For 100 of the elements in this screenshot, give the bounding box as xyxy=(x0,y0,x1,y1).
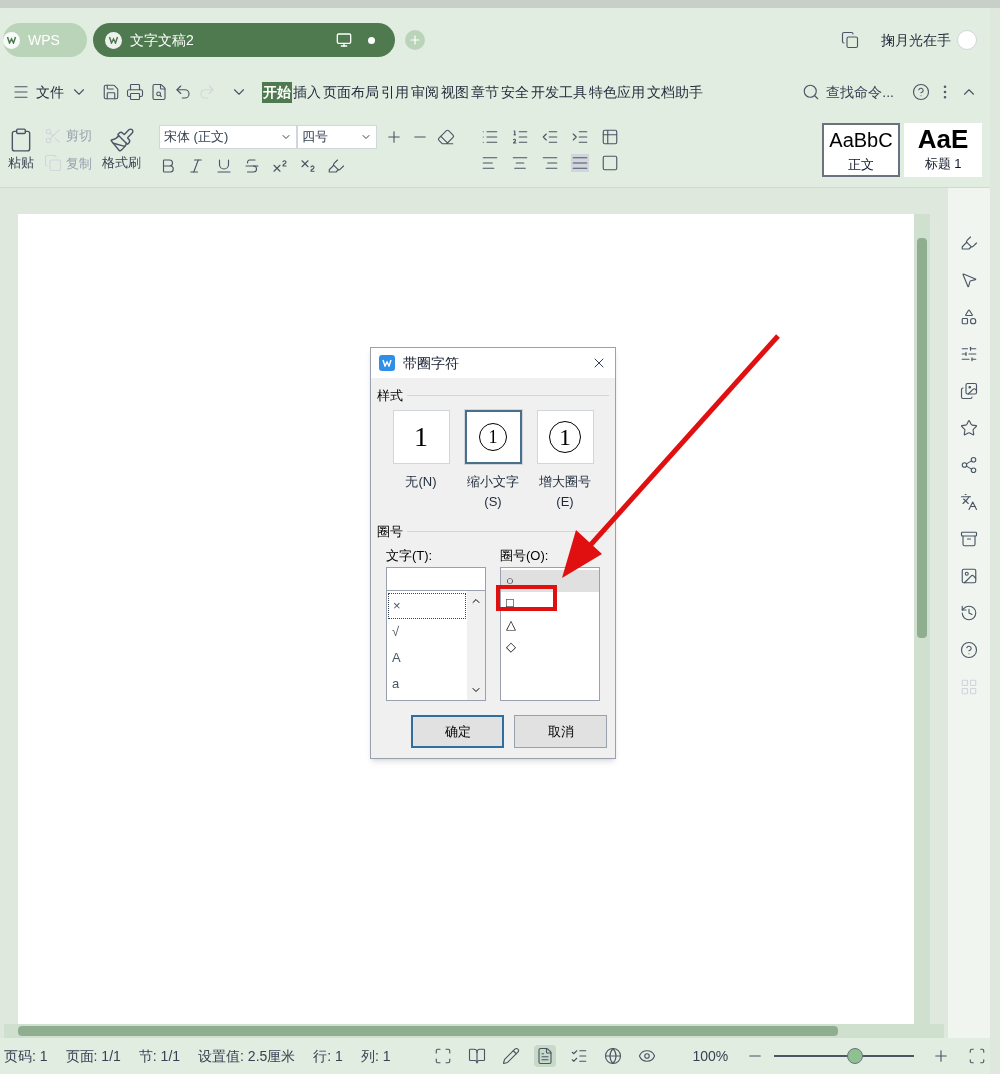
help-icon[interactable] xyxy=(960,641,978,659)
horizontal-scrollbar[interactable] xyxy=(4,1024,944,1038)
sliders-icon[interactable] xyxy=(960,345,978,363)
strikethrough-icon[interactable] xyxy=(243,156,261,175)
share-icon[interactable] xyxy=(960,456,978,474)
save-icon[interactable] xyxy=(102,83,120,101)
status-text: 节: 1/1 xyxy=(138,1046,181,1066)
preview-icon[interactable] xyxy=(150,83,168,101)
ribbon-tab[interactable]: 文档助手 xyxy=(646,81,704,103)
history-icon[interactable] xyxy=(960,604,978,622)
status-text: 页码: 1 xyxy=(4,1046,48,1066)
style-label: 增大圈号 (E) xyxy=(538,472,592,511)
list-item[interactable]: △ xyxy=(501,614,599,636)
dialog-title: 带圈字符 xyxy=(403,353,460,373)
field-label: 文字(T): xyxy=(386,547,434,565)
brush-icon[interactable] xyxy=(108,126,135,153)
table-icon[interactable] xyxy=(601,127,619,146)
images-icon[interactable] xyxy=(960,382,978,400)
translate-icon[interactable] xyxy=(960,493,978,511)
list-item[interactable]: × xyxy=(388,593,466,619)
paste-button[interactable]: 粘贴 xyxy=(8,152,34,173)
ribbon-tab[interactable]: 插入 xyxy=(292,81,322,103)
eraser-icon[interactable] xyxy=(437,127,455,146)
book-icon xyxy=(468,1047,487,1065)
italic-icon[interactable] xyxy=(187,156,205,175)
pointer-icon[interactable] xyxy=(960,271,978,289)
border-icon[interactable] xyxy=(601,153,619,172)
style-name: 正文 xyxy=(848,155,874,174)
expand-icon xyxy=(434,1047,453,1065)
zoom-slider[interactable] xyxy=(774,1048,914,1064)
status-text: 列: 1 xyxy=(360,1046,391,1066)
ribbon-tab[interactable]: 特色应用 xyxy=(588,81,646,103)
status-text: 行: 1 xyxy=(313,1046,343,1066)
style-label: 无(N) xyxy=(404,472,438,491)
windows-icon[interactable] xyxy=(841,31,859,49)
style-option[interactable]: 1 xyxy=(392,409,450,464)
menu-icon[interactable] xyxy=(12,83,30,101)
print-icon[interactable] xyxy=(126,83,144,101)
shapes-icon[interactable] xyxy=(960,308,978,326)
status-text: 页面: 1/1 xyxy=(65,1046,121,1066)
globe-icon xyxy=(604,1047,623,1065)
underline-icon[interactable] xyxy=(215,156,233,175)
format-painter-button[interactable]: 格式刷 xyxy=(102,152,141,173)
ribbon-tab[interactable]: 安全 xyxy=(500,81,530,103)
archive-icon[interactable] xyxy=(960,530,978,548)
slider-thumb[interactable] xyxy=(847,1048,864,1064)
ribbon-tab[interactable]: 引用 xyxy=(380,81,410,103)
image-icon[interactable] xyxy=(960,567,978,585)
style-preview: AaBbC xyxy=(829,127,893,153)
ribbon-tab[interactable]: 审阅 xyxy=(410,81,440,103)
section-title: 圈号 xyxy=(377,522,403,541)
app-tab[interactable]: 文字文稿2 xyxy=(93,23,395,57)
style-gallery-item[interactable]: AaE 标题 1 xyxy=(904,122,982,177)
ribbon-tab[interactable]: 视图 xyxy=(440,81,470,103)
pen-icon[interactable] xyxy=(960,234,978,252)
style-name: 标题 1 xyxy=(924,154,962,173)
scrollbar[interactable] xyxy=(467,591,485,700)
zoom-level[interactable]: 100% xyxy=(692,1045,729,1067)
page-icon xyxy=(536,1047,555,1065)
help-icon[interactable] xyxy=(912,83,930,101)
file-menu[interactable]: 文件 xyxy=(36,81,64,103)
section-title: 样式 xyxy=(377,387,403,405)
ribbon-tab[interactable]: 页面布局 xyxy=(322,81,380,103)
list-item[interactable]: a xyxy=(388,671,466,697)
app-logo-icon xyxy=(379,355,395,371)
view-mode-button[interactable] xyxy=(534,1045,557,1067)
style-option[interactable]: 1 xyxy=(536,409,594,464)
text-input-field[interactable] xyxy=(386,567,486,591)
pencil-icon xyxy=(502,1047,521,1065)
search-icon[interactable] xyxy=(802,83,821,101)
style-label: 缩小文字 (S) xyxy=(466,472,520,511)
dialog-button[interactable]: 确定 xyxy=(411,715,504,748)
ribbon-tab[interactable]: 开发工具 xyxy=(530,81,588,103)
fit-icon[interactable] xyxy=(968,1047,986,1065)
undo-icon[interactable] xyxy=(174,83,192,101)
wps-logo-icon xyxy=(105,31,122,49)
list-item[interactable]: A xyxy=(388,645,466,671)
numbered-list-icon[interactable] xyxy=(511,127,529,146)
font-select[interactable]: 宋体 (正文) xyxy=(159,124,297,149)
ribbon-tab[interactable]: 章节 xyxy=(470,81,500,103)
dialog-button[interactable]: 取消 xyxy=(514,715,607,748)
wps-logo-icon xyxy=(3,31,20,49)
highlight-icon[interactable] xyxy=(327,156,345,175)
eye-icon xyxy=(638,1047,657,1065)
list-item[interactable]: ◇ xyxy=(501,636,599,658)
highlight-frame-overlay xyxy=(496,585,557,611)
command-search[interactable]: 查找命令... xyxy=(826,81,894,103)
style-option[interactable]: 1 xyxy=(464,409,522,464)
status-text: 设置值: 2.5厘米 xyxy=(198,1046,296,1066)
user-name[interactable]: 掬月光在手 xyxy=(881,29,951,51)
star-icon[interactable] xyxy=(960,419,978,437)
ribbon-tab[interactable]: 开始 xyxy=(262,81,292,103)
style-preview: AaE xyxy=(917,123,969,154)
justify-icon[interactable] xyxy=(571,153,589,172)
style-gallery-item[interactable]: AaBbC 正文 xyxy=(822,122,900,177)
digit-preview: 1 xyxy=(414,422,428,451)
list-item[interactable]: √ xyxy=(388,619,466,645)
monitor-icon xyxy=(336,32,352,48)
size-select[interactable]: 四号 xyxy=(297,124,377,149)
vertical-scrollbar[interactable] xyxy=(914,214,930,1024)
